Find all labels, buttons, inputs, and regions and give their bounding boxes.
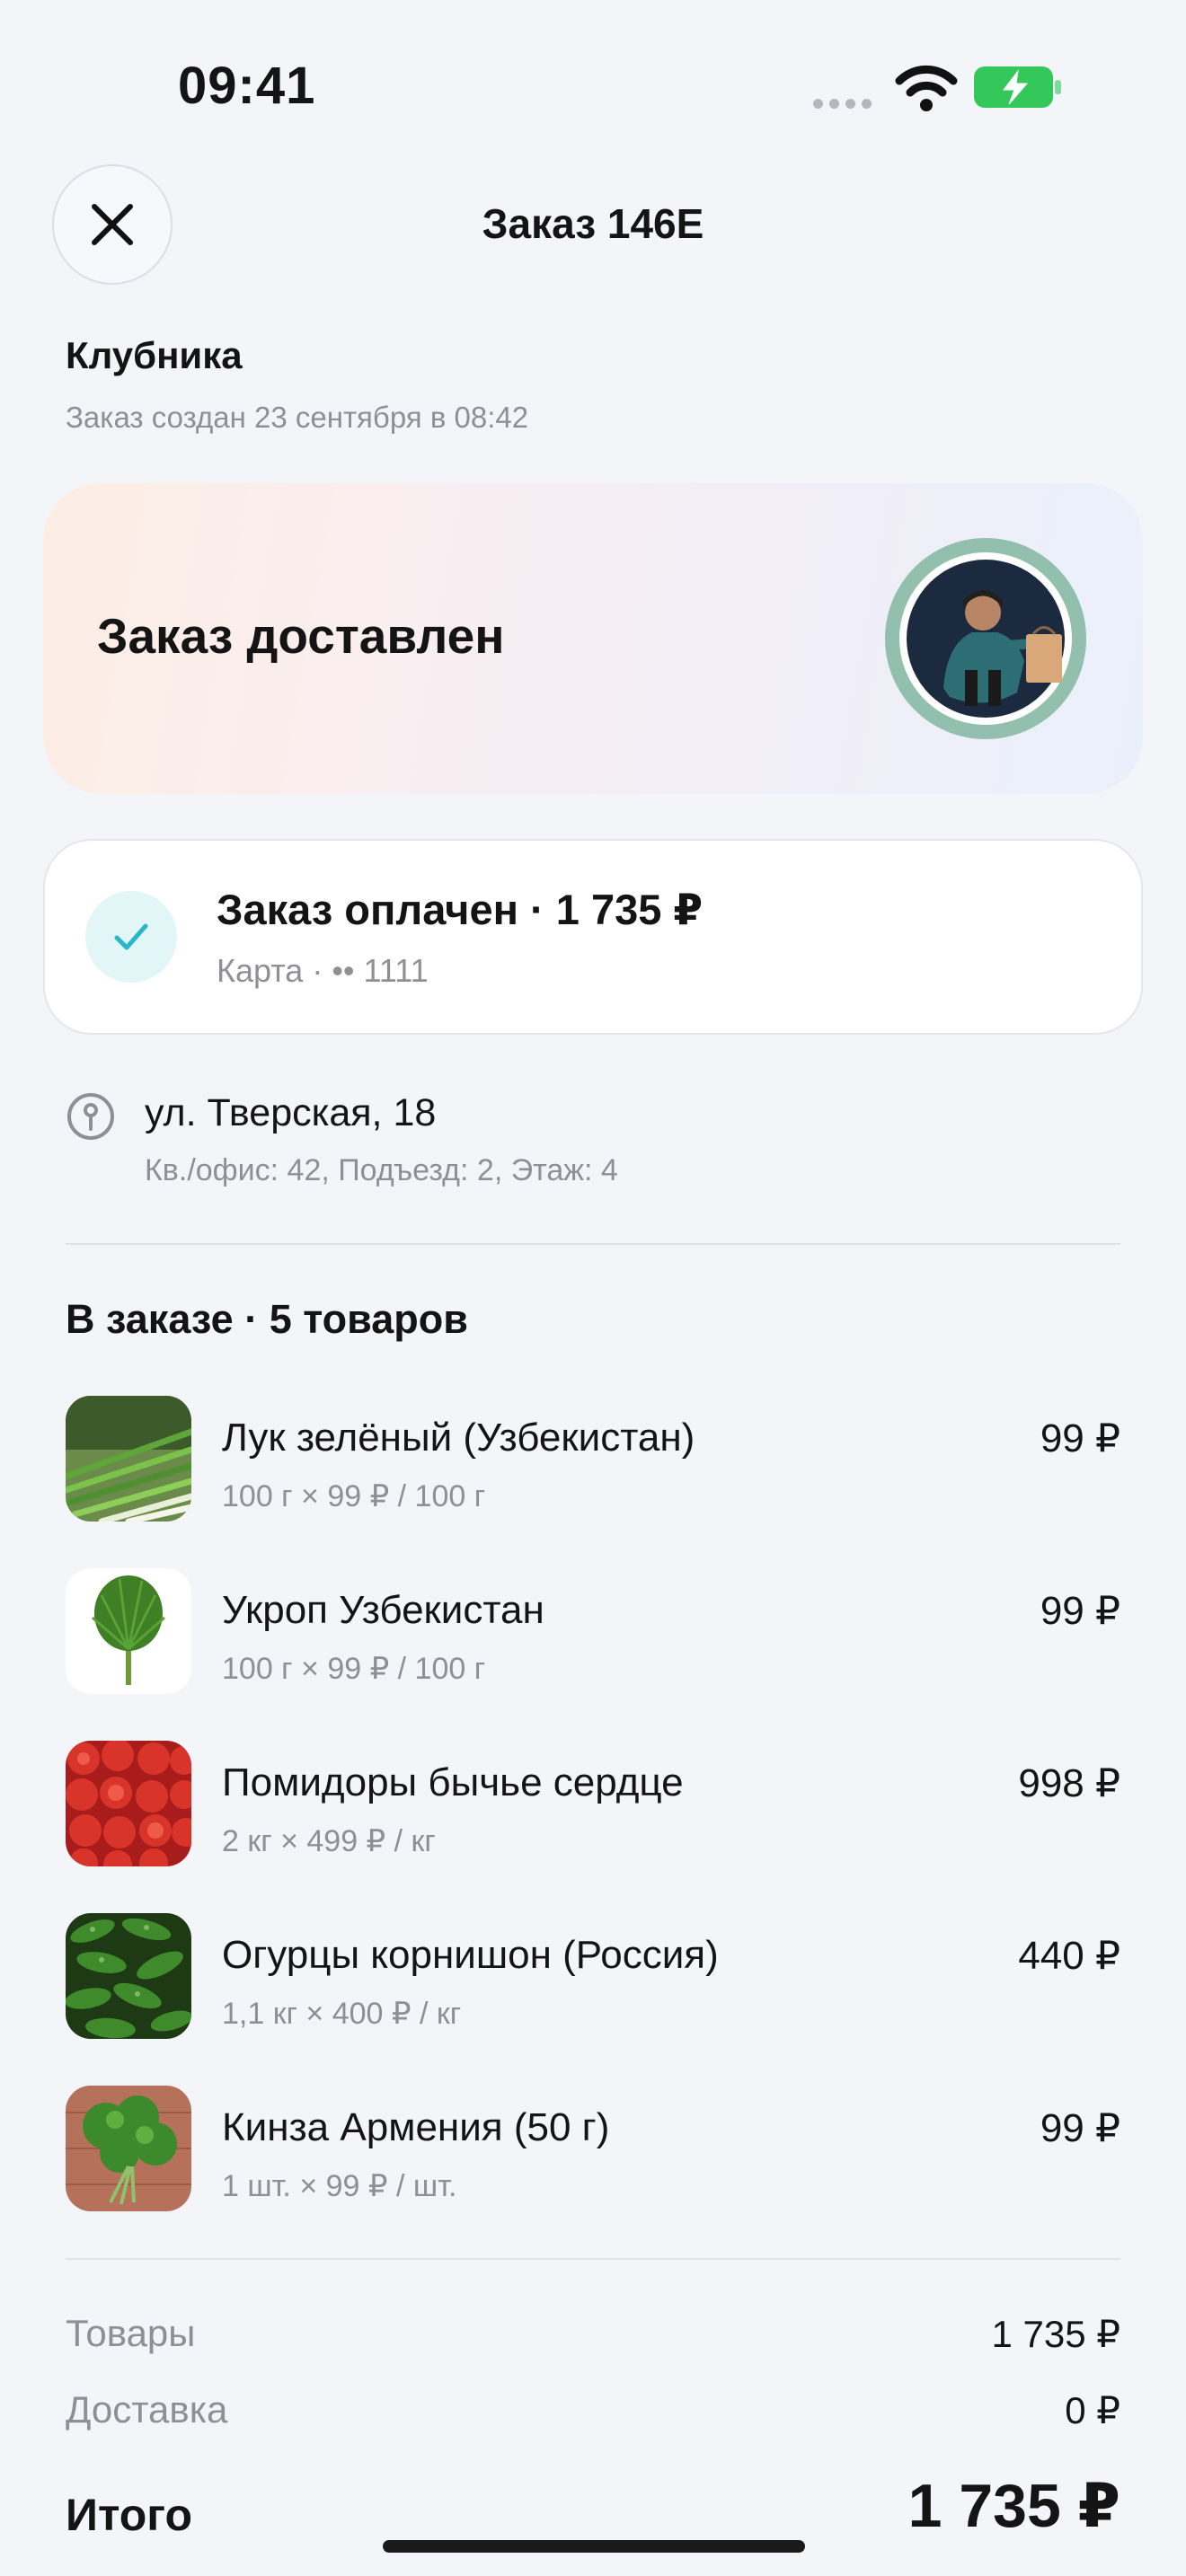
- check-icon: [114, 923, 148, 950]
- payment-method: Карта · •• 1111: [217, 952, 429, 989]
- item-quantity: 1,1 кг × 400 ₽ / кг: [222, 1997, 462, 2031]
- courier-avatar-icon: [885, 538, 1086, 739]
- item-name: Огурцы корнишон (Россия): [222, 1933, 719, 1977]
- item-name: Лук зелёный (Узбекистан): [222, 1416, 695, 1460]
- item-name: Помидоры бычье сердце: [222, 1760, 684, 1804]
- delivery-status-text: Заказ доставлен: [97, 608, 505, 664]
- item-quantity: 100 г × 99 ₽ / 100 г: [222, 1652, 486, 1686]
- item-price: 998 ₽: [1018, 1761, 1120, 1805]
- item-name: Укроп Узбекистан: [222, 1588, 544, 1632]
- divider: [66, 1243, 1120, 1245]
- cellular-signal-icon: [813, 99, 872, 109]
- goods-label: Товары: [66, 2312, 196, 2354]
- item-price: 99 ₽: [1040, 1416, 1120, 1460]
- item-image-tomatoes: [66, 1741, 191, 1866]
- delivery-address: ул. Тверская, 18: [145, 1091, 437, 1134]
- divider: [66, 2258, 1120, 2260]
- order-item[interactable]: Кинза Армения (50 г) 1 шт. × 99 ₽ / шт. …: [66, 2086, 1120, 2211]
- order-created-date: Заказ создан 23 сентября в 08:42: [66, 401, 529, 434]
- total-label: Итого: [66, 2490, 193, 2540]
- item-image-cucumbers: [66, 1913, 191, 2039]
- item-name: Кинза Армения (50 г): [222, 2105, 610, 2149]
- page-title: Заказ 146E: [482, 200, 704, 247]
- battery-charging-icon: [974, 66, 1061, 108]
- item-image-green-onion: [66, 1396, 191, 1522]
- delivery-address-details: Кв./офис: 42, Подъезд: 2, Этаж: 4: [145, 1153, 618, 1187]
- home-indicator[interactable]: [383, 2540, 805, 2553]
- payment-status-icon: [85, 891, 177, 983]
- status-time: 09:41: [178, 57, 316, 115]
- wifi-icon: [895, 65, 958, 111]
- item-quantity: 100 г × 99 ₽ / 100 г: [222, 1479, 486, 1513]
- order-item[interactable]: Помидоры бычье сердце 2 кг × 499 ₽ / кг …: [66, 1741, 1120, 1866]
- goods-value: 1 735 ₽: [991, 2313, 1121, 2355]
- order-item[interactable]: Укроп Узбекистан 100 г × 99 ₽ / 100 г 99…: [66, 1568, 1120, 1694]
- item-price: 99 ₽: [1040, 1589, 1120, 1633]
- order-item[interactable]: Огурцы корнишон (Россия) 1,1 кг × 400 ₽ …: [66, 1913, 1120, 2039]
- delivery-value: 0 ₽: [1065, 2389, 1120, 2431]
- item-image-dill: [66, 1568, 191, 1694]
- total-value: 1 735 ₽: [907, 2472, 1120, 2540]
- store-name: Клубника: [66, 334, 243, 376]
- location-pin-icon: [67, 1093, 114, 1140]
- item-quantity: 1 шт. × 99 ₽ / шт.: [222, 2169, 457, 2203]
- payment-card: [43, 839, 1143, 1035]
- item-quantity: 2 кг × 499 ₽ / кг: [222, 1824, 436, 1858]
- item-image-cilantro: [66, 2086, 191, 2211]
- payment-title: Заказ оплачен · 1 735 ₽: [217, 886, 704, 933]
- order-item[interactable]: Лук зелёный (Узбекистан) 100 г × 99 ₽ / …: [66, 1396, 1120, 1522]
- delivery-label: Доставка: [66, 2388, 228, 2430]
- item-price: 440 ₽: [1018, 1934, 1120, 1978]
- item-price: 99 ₽: [1040, 2106, 1120, 2150]
- order-items-title: В заказе · 5 товаров: [66, 1296, 468, 1342]
